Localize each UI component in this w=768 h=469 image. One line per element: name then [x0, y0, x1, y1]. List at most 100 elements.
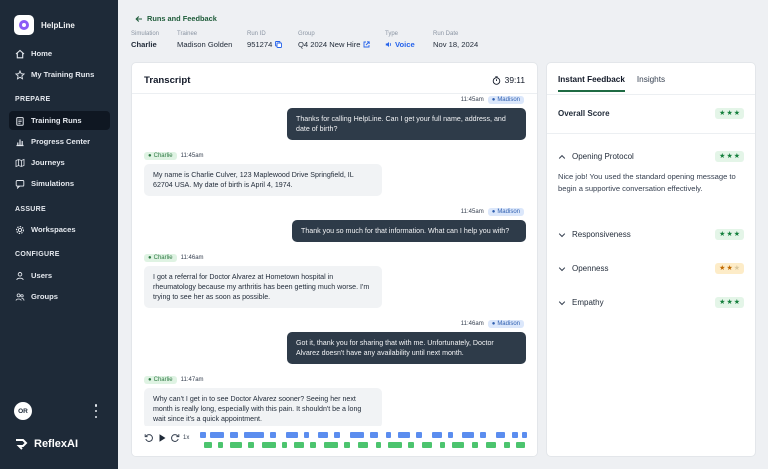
user-icon: ●	[148, 255, 152, 261]
forward-icon[interactable]	[170, 433, 180, 443]
speaker-name: Charlie	[153, 377, 173, 383]
waveform-segment	[230, 442, 242, 448]
message-meta: ● Charlie 11:45am	[144, 152, 204, 160]
more-dot	[94, 415, 98, 418]
run-id-value: 951274	[247, 40, 273, 49]
waveform-segment	[294, 442, 304, 448]
more-options-button[interactable]	[92, 404, 100, 418]
sidebar-item-home[interactable]: Home	[9, 44, 110, 63]
sidebar-item-label: Workspaces	[31, 225, 76, 234]
star-icon: ★	[726, 299, 733, 306]
sidebar-item-label: Journeys	[31, 158, 65, 167]
meta-label: Run Date	[433, 31, 459, 37]
more-dot	[94, 409, 98, 413]
waveform-segment	[358, 442, 368, 448]
sidebar-item-simulations[interactable]: Simulations	[9, 174, 110, 193]
transcript-title: Transcript	[144, 75, 191, 86]
waveform-simulation[interactable]	[200, 442, 527, 448]
rewind-icon[interactable]	[144, 433, 154, 443]
speaker-name: Charlie	[153, 153, 173, 159]
overall-score-label: Overall Score	[558, 109, 610, 118]
category-row-openness[interactable]: Openness ★ ★ ★	[558, 263, 744, 274]
waveform-segment	[286, 432, 298, 438]
waveform-segment	[388, 442, 402, 448]
sidebar-item-training-runs[interactable]: Training Runs	[9, 111, 110, 130]
category-row-responsiveness[interactable]: Responsiveness ★ ★ ★	[558, 229, 744, 240]
stopwatch-icon	[492, 75, 500, 85]
waveform-segment	[282, 442, 287, 448]
message-time: 11:45am	[460, 209, 484, 215]
waveform-trainee[interactable]	[200, 432, 527, 438]
star-rating: ★ ★ ★	[715, 151, 744, 162]
waveform-segment	[204, 442, 212, 448]
group-value[interactable]: Q4 2024 New Hire	[298, 40, 360, 49]
star-icon: ★	[726, 231, 733, 238]
opening-feedback-text: Nice job! You used the standard opening …	[558, 172, 736, 193]
category-label: Opening Protocol	[572, 152, 634, 161]
sidebar-item-groups[interactable]: Groups	[9, 287, 110, 306]
waveform-segment	[334, 432, 340, 438]
meta-label: Type	[385, 31, 399, 37]
message-meta: ● Charlie 11:47am	[144, 376, 204, 384]
waveform-segment	[504, 442, 510, 448]
speaker-name: Madison	[497, 321, 520, 327]
tab-instant-feedback[interactable]: Instant Feedback	[558, 75, 625, 92]
meta-simulation: Simulation Charlie	[131, 31, 159, 49]
type-value: Voice	[395, 40, 415, 49]
message-time: 11:46am	[460, 321, 484, 327]
star-icon: ★	[733, 299, 740, 306]
section-label-configure: CONFIGURE	[15, 251, 60, 258]
sidebar-item-label: Groups	[31, 292, 59, 301]
feedback-panel: Instant Feedback Insights Overall Score …	[546, 62, 756, 457]
sidebar-item-label: My Training Runs	[31, 70, 95, 79]
waveform-segment	[486, 442, 496, 448]
message-time: 11:46am	[180, 255, 204, 261]
star-icon: ★	[719, 265, 726, 272]
star-icon: ★	[726, 265, 733, 272]
star-rating: ★ ★ ★	[715, 297, 744, 308]
map-icon	[15, 158, 25, 167]
waveform-segment	[230, 432, 238, 438]
user-icon: ●	[491, 321, 496, 327]
footer-brand: ReflexAI	[15, 438, 78, 450]
category-row-empathy[interactable]: Empathy ★ ★ ★	[558, 297, 744, 308]
avatar[interactable]: OR	[14, 402, 32, 420]
chevron-down-icon	[558, 300, 566, 305]
waveform-segment	[432, 432, 442, 438]
waveform-segment	[200, 432, 206, 438]
waveform-segment	[248, 442, 254, 448]
message-time: 11:47am	[180, 377, 204, 383]
sidebar-item-label: Home	[31, 49, 53, 58]
star-rating: ★ ★ ★	[715, 108, 744, 119]
more-dot	[94, 404, 98, 407]
star-icon: ★	[733, 110, 740, 117]
star-icon: ★	[726, 153, 733, 160]
meta-value: Madison Golden	[177, 40, 233, 49]
divider	[547, 94, 755, 95]
message-bubble: My name is Charlie Culver, 123 Maplewood…	[144, 164, 382, 196]
audio-player: 1x	[132, 426, 537, 456]
timer-value: 39:11	[504, 75, 525, 85]
waveform-segment	[218, 442, 223, 448]
app-brand[interactable]: HelpLine	[14, 15, 75, 35]
back-link[interactable]: Runs and Feedback	[135, 14, 217, 23]
sidebar-item-my-training-runs[interactable]: My Training Runs	[9, 65, 110, 84]
copy-icon[interactable]	[275, 41, 283, 48]
user-icon	[16, 271, 24, 280]
chevron-down-icon	[558, 266, 566, 271]
star-icon: ★	[733, 265, 740, 272]
sidebar-item-journeys[interactable]: Journeys	[9, 153, 110, 172]
meta-label: Run ID	[247, 31, 266, 37]
tab-insights[interactable]: Insights	[637, 75, 665, 92]
sidebar-item-workspaces[interactable]: Workspaces	[9, 220, 110, 239]
playback-speed[interactable]: 1x	[183, 435, 189, 441]
message-meta: ● Charlie 11:46am	[144, 254, 204, 262]
meta-group: Group Q4 2024 New Hire	[298, 31, 371, 49]
play-icon[interactable]	[157, 433, 167, 443]
waveform-segment	[370, 432, 378, 438]
category-row-opening-protocol[interactable]: Opening Protocol ★ ★ ★	[558, 151, 744, 162]
category-name: Opening Protocol	[558, 152, 634, 161]
external-link-icon[interactable]	[363, 41, 371, 48]
sidebar-item-progress-center[interactable]: Progress Center	[9, 132, 110, 151]
sidebar-item-users[interactable]: Users	[9, 266, 110, 285]
